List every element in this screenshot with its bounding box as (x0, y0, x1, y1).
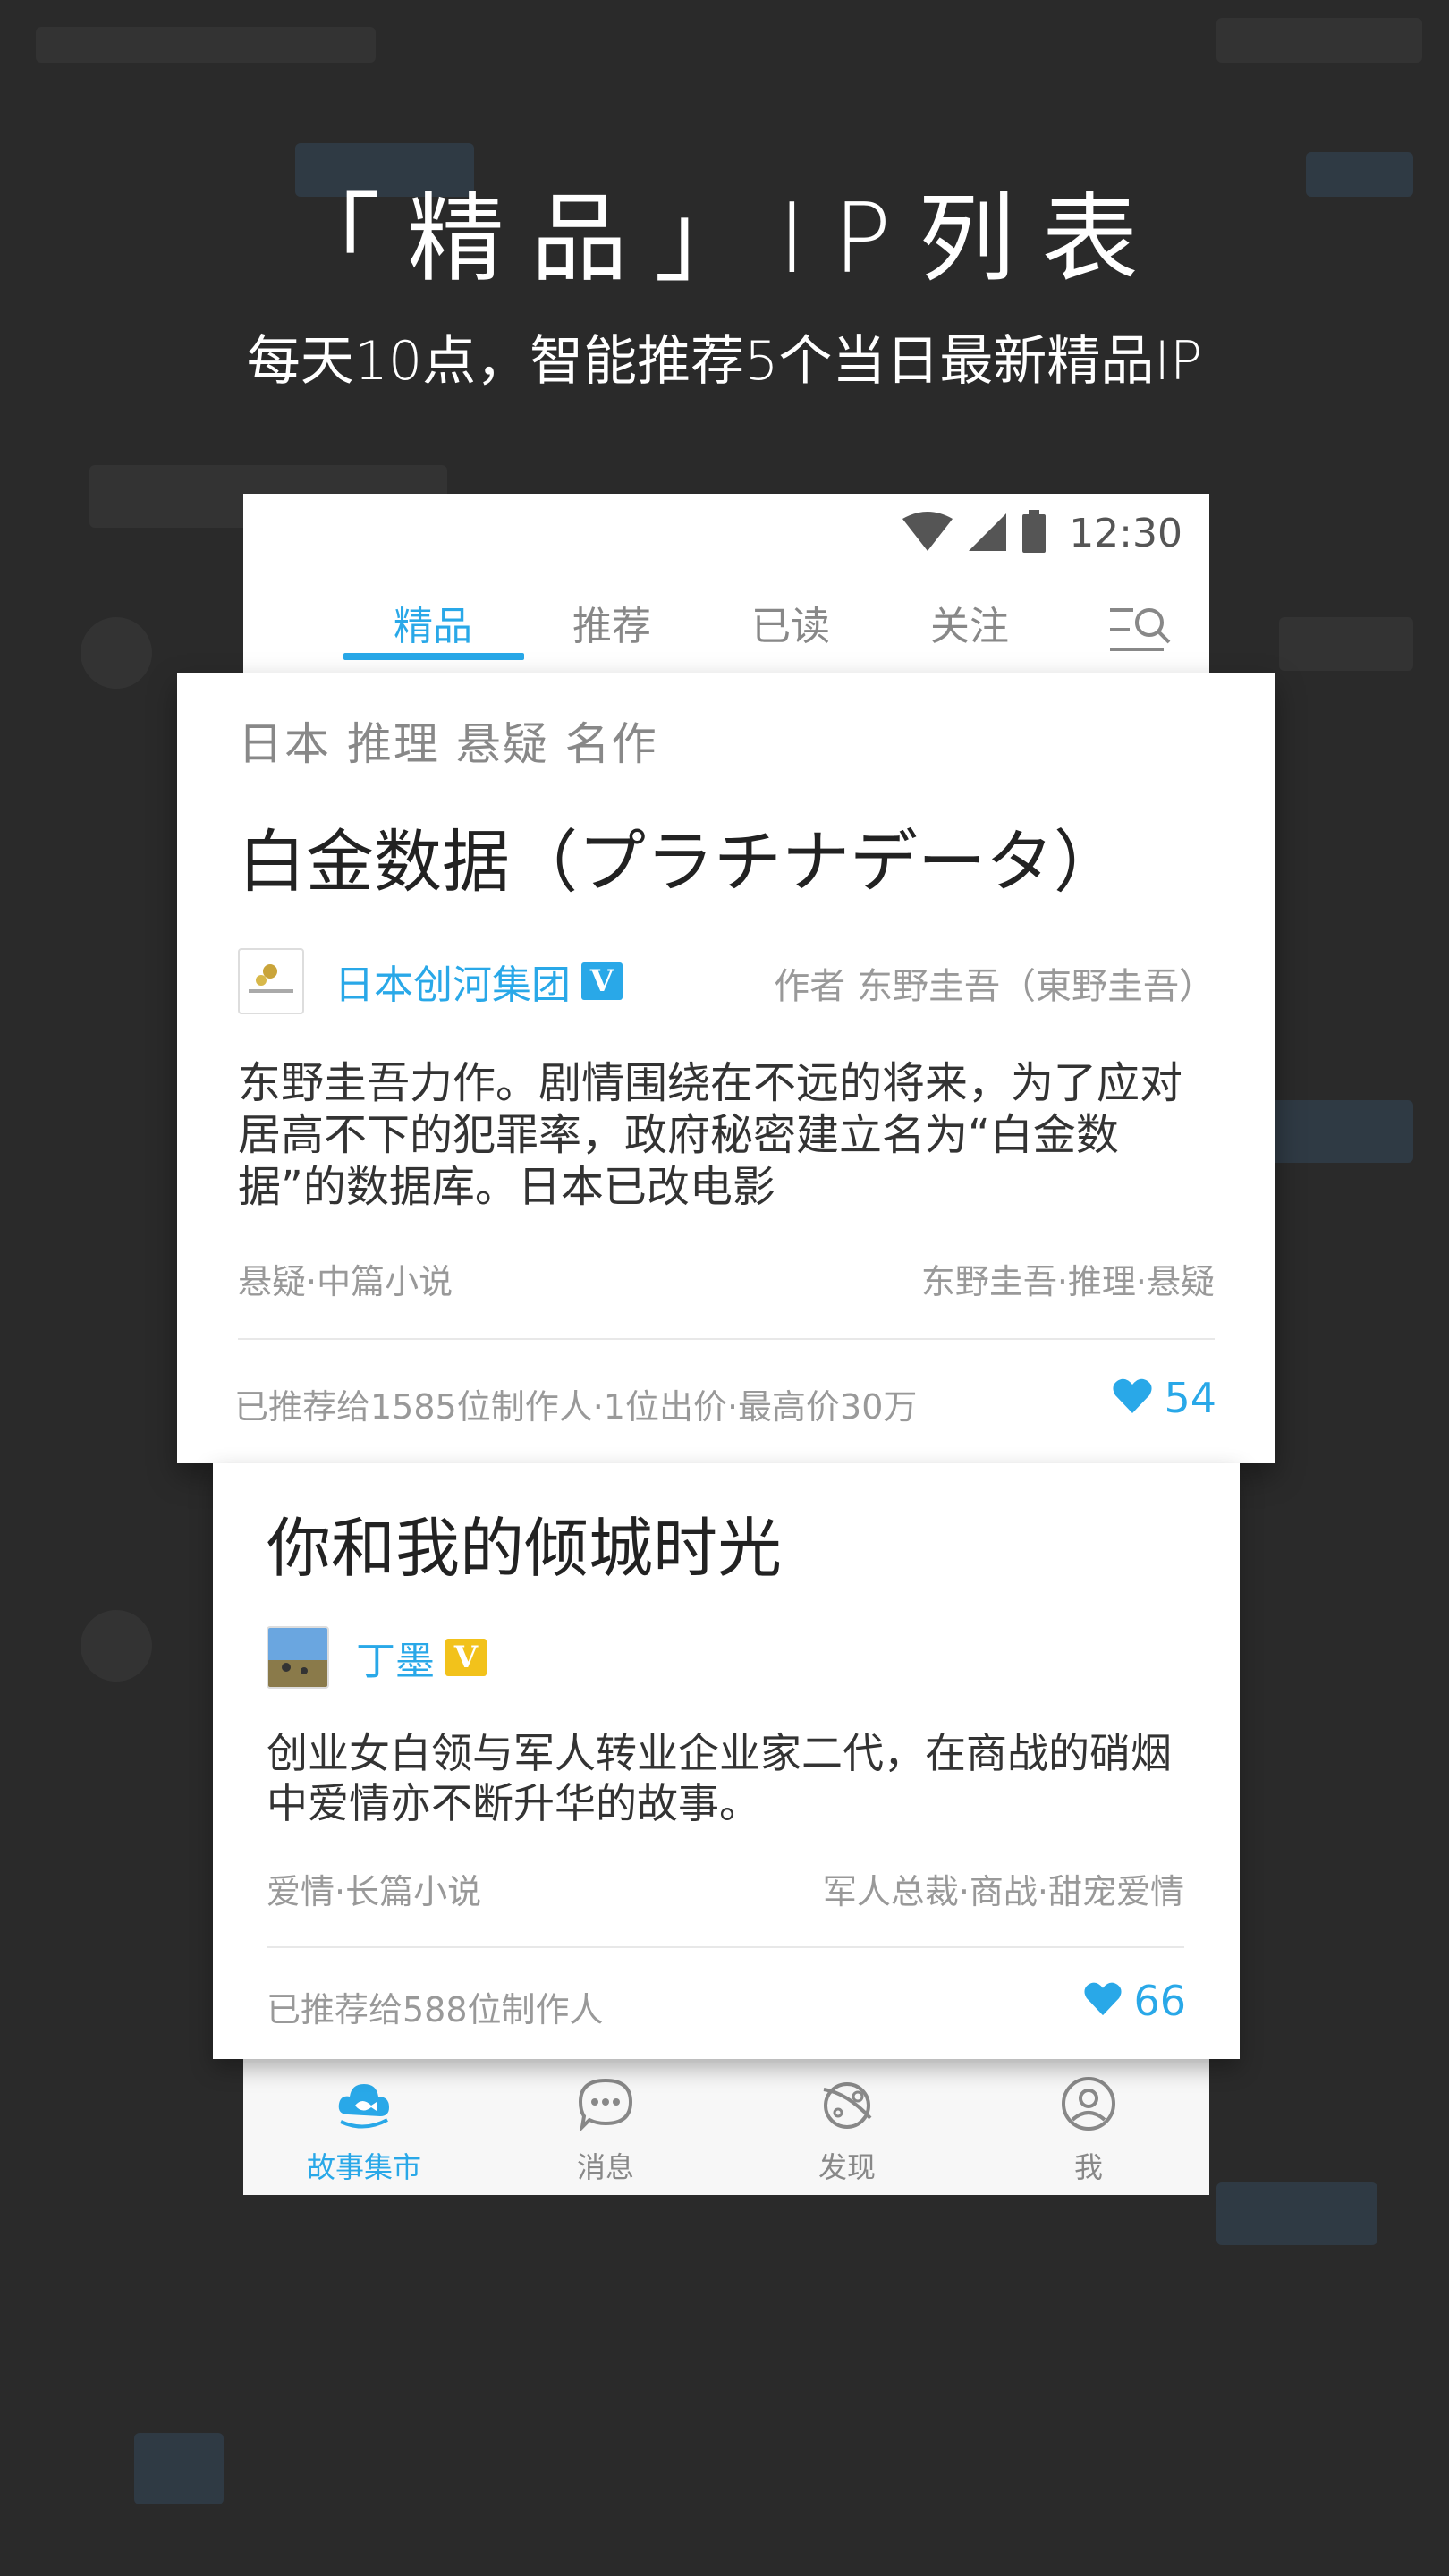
publisher-avatar (267, 1626, 329, 1689)
top-tab-bar: 精品 推荐 已读 关注 (243, 574, 1209, 680)
status-time: 12:30 (1069, 510, 1182, 556)
signal-icon (967, 512, 1008, 555)
heart-icon (1112, 1377, 1153, 1419)
wifi-icon (901, 512, 954, 555)
publisher-row[interactable]: 丁墨 V (267, 1626, 487, 1689)
active-tab-indicator (343, 653, 524, 660)
verified-badge-icon: V (445, 1639, 487, 1676)
message-icon (577, 2075, 634, 2132)
nav-discover[interactable]: 发现 (726, 2059, 968, 2195)
heart-icon (1083, 1981, 1123, 2021)
tab-featured[interactable]: 精品 (343, 574, 522, 680)
card-divider (267, 1946, 1184, 1948)
card-genre: 悬疑·中篇小说 (238, 1262, 453, 1301)
card-description: 创业女白领与军人转业企业家二代，在商战的硝烟中爱情亦不断升华的故事。 (267, 1729, 1172, 1827)
nav-messages[interactable]: 消息 (485, 2059, 726, 2195)
like-count: 66 (1133, 1977, 1186, 2025)
story-market-icon (335, 2075, 393, 2132)
search-menu-icon (1106, 608, 1178, 660)
like-count: 54 (1164, 1374, 1216, 1422)
like-button[interactable]: 66 (1083, 1977, 1186, 2025)
promo-subtitle: 每天10点，智能推荐5个当日最新精品IP (246, 330, 1203, 393)
status-bar: 12:30 (243, 494, 1209, 574)
card-description: 东野圭吾力作。剧情围绕在不远的将来，为了应对居高不下的犯罪率，政府秘密建立名为“… (238, 1058, 1183, 1212)
publisher-logo (238, 948, 304, 1014)
battery-icon (1021, 510, 1047, 556)
card-genre: 爱情·长篇小说 (267, 1872, 482, 1911)
bottom-navigation: 故事集市 消息 发现 我 (243, 2059, 1209, 2195)
search-menu-button[interactable] (1106, 603, 1178, 657)
ip-card-platinum-data[interactable]: 日本 推理 悬疑 名作 白金数据（プラチナデータ） 日本创河集团 V 作者 东野… (177, 673, 1275, 1463)
nav-label: 我 (1073, 2150, 1103, 2184)
card-tags: 日本 推理 悬疑 名作 (238, 718, 658, 770)
discover-icon (818, 2075, 876, 2132)
verified-badge-icon: V (581, 962, 623, 1000)
nav-profile[interactable]: 我 (968, 2059, 1209, 2195)
nav-story-market[interactable]: 故事集市 (243, 2059, 485, 2195)
nav-label: 消息 (576, 2150, 634, 2184)
profile-icon (1060, 2075, 1117, 2132)
ip-card-qingcheng-time[interactable]: 你和我的倾城时光 丁墨 V 创业女白领与军人转业企业家二代，在商战的硝烟中爱情亦… (213, 1463, 1240, 2059)
card-keywords: 东野圭吾·推理·悬疑 (920, 1262, 1215, 1301)
card-divider (238, 1338, 1215, 1340)
card-title: 你和我的倾城时光 (267, 1511, 783, 1586)
publisher-row[interactable]: 日本创河集团 V (238, 948, 623, 1014)
nav-label: 发现 (818, 2150, 876, 2184)
like-button[interactable]: 54 (1112, 1374, 1216, 1422)
tab-following[interactable]: 关注 (880, 574, 1059, 680)
author-label: 作者 东野圭吾（東野圭吾） (774, 966, 1215, 1007)
card-title: 白金数据（プラチナデータ） (238, 822, 1122, 902)
publisher-name: 丁墨 (356, 1639, 435, 1684)
tab-recommended[interactable]: 推荐 (522, 574, 701, 680)
card-stats: 已推荐给588位制作人 (267, 1990, 604, 2029)
card-keywords: 军人总裁·商战·甜宠爱情 (822, 1872, 1184, 1911)
tab-read[interactable]: 已读 (701, 574, 880, 680)
promo-title: 「精品」IP列表 (284, 183, 1165, 295)
nav-label: 故事集市 (306, 2150, 421, 2184)
publisher-name: 日本创河集团 (335, 962, 571, 1008)
card-stats: 已推荐给1585位制作人·1位出价·最高价30万 (234, 1387, 918, 1427)
